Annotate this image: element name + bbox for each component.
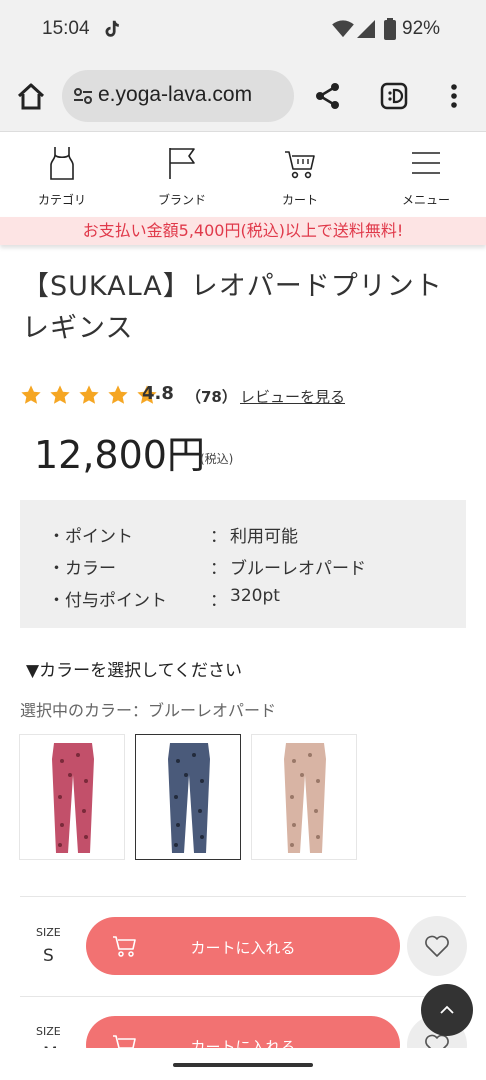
size-value: S xyxy=(43,946,54,966)
info-row-earned-points: ・付与ポイント ： 320pt xyxy=(48,586,458,611)
add-to-cart-label: カートに入れる xyxy=(190,939,296,957)
color-select-heading: ▼カラーを選択してください xyxy=(26,661,243,681)
info-value: 320pt xyxy=(230,586,280,606)
browser-toolbar: e.yoga-lava.com xyxy=(0,60,486,132)
leggings-image xyxy=(168,743,210,853)
nav-brand[interactable]: ブランド xyxy=(134,133,230,217)
tank-top-icon xyxy=(50,147,74,180)
product-info-box: ・ポイント ： 利用可能 ・カラー ： ブルーレオパード ・付与ポイント ： 3… xyxy=(20,500,466,628)
product-title-line: レギンス xyxy=(22,313,134,344)
size-label: SIZE xyxy=(36,1025,61,1038)
status-time: 15:04 xyxy=(42,18,90,39)
home-icon[interactable] xyxy=(16,82,46,112)
signal-icon xyxy=(357,20,375,38)
extension-icon[interactable] xyxy=(380,82,408,110)
more-vert-icon[interactable] xyxy=(444,82,464,110)
nav-label: メニュー xyxy=(401,193,450,207)
color-swatch-pink-leopard[interactable] xyxy=(19,734,125,860)
info-row-color: ・カラー ： ブルーレオパード xyxy=(48,554,458,579)
free-shipping-banner: お支払い金額5,400円(税込)以上で送料無料! xyxy=(0,217,486,245)
info-value: 利用可能 xyxy=(230,527,298,547)
leggings-image xyxy=(284,743,326,853)
cart-icon xyxy=(285,151,315,179)
nav-menu[interactable]: メニュー xyxy=(378,133,474,217)
nav-label: カテゴリ xyxy=(37,193,86,207)
rating-stars xyxy=(20,384,160,406)
star-icon xyxy=(108,385,128,404)
info-row-points: ・ポイント ： 利用可能 xyxy=(48,522,458,547)
selected-color-label: 選択中のカラー：ブルーレオパード xyxy=(20,701,277,720)
nav-label: ブランド xyxy=(157,193,206,207)
review-link[interactable]: レビューを見る xyxy=(240,386,345,407)
battery-icon xyxy=(384,18,396,40)
nav-label: カート xyxy=(281,193,318,207)
add-to-cart-button[interactable]: カートに入れる xyxy=(86,917,400,975)
product-title-line: 【SUKALA】レオパードプリント xyxy=(22,271,443,302)
info-colon: ： xyxy=(210,559,227,579)
nav-cart[interactable]: カート xyxy=(252,133,348,217)
battery-percent: 92% xyxy=(402,18,441,39)
leggings-image xyxy=(52,743,94,853)
star-icon xyxy=(21,385,41,404)
heart-icon xyxy=(425,935,449,957)
tiktok-icon xyxy=(105,20,119,37)
wifi-icon xyxy=(332,20,354,38)
scroll-to-top-button[interactable] xyxy=(421,984,473,1036)
product-price: 12,800円 xyxy=(34,433,205,477)
info-colon: ： xyxy=(210,591,227,611)
info-key: ・付与ポイント xyxy=(48,591,167,611)
product-title: 【SUKALA】レオパードプリント レギンス xyxy=(22,266,462,350)
address-bar[interactable]: e.yoga-lava.com xyxy=(62,70,294,122)
star-icon xyxy=(50,385,70,404)
gesture-handle[interactable] xyxy=(173,1063,313,1067)
rating-value: 4.8 xyxy=(142,383,174,404)
info-value: ブルーレオパード xyxy=(230,559,366,579)
tax-note: (税込) xyxy=(200,452,234,466)
info-key: ・カラー xyxy=(48,559,116,579)
flag-icon xyxy=(169,148,195,179)
star-icon xyxy=(79,385,99,404)
hamburger-icon xyxy=(412,152,440,174)
share-icon[interactable] xyxy=(314,82,342,110)
info-key: ・ポイント xyxy=(48,527,133,547)
nav-category[interactable]: カテゴリ xyxy=(14,133,110,217)
url-text: e.yoga-lava.com xyxy=(98,83,253,106)
site-settings-icon[interactable] xyxy=(72,85,94,107)
color-swatch-beige-leopard[interactable] xyxy=(251,734,357,860)
chevron-up-icon xyxy=(440,1005,454,1014)
color-swatch-blue-leopard[interactable] xyxy=(135,734,241,860)
favorite-button[interactable] xyxy=(407,916,467,976)
divider xyxy=(20,996,466,997)
site-nav: カテゴリ ブランド カート メニュー xyxy=(0,133,486,217)
divider xyxy=(20,896,466,897)
size-label: SIZE xyxy=(36,926,61,939)
status-bar: 15:04 92% xyxy=(0,0,486,60)
info-colon: ： xyxy=(210,527,227,547)
review-count: （78） xyxy=(186,388,237,406)
